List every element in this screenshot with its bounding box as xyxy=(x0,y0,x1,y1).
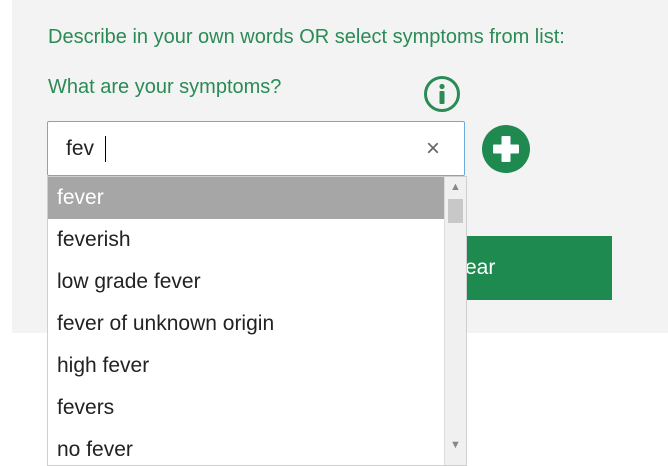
symptom-search-box[interactable]: × xyxy=(47,121,465,176)
instruction-text: Describe in your own words OR select sym… xyxy=(48,26,565,48)
scroll-up-icon[interactable]: ▲ xyxy=(445,177,466,197)
suggestions-dropdown[interactable]: fever feverish low grade fever fever of … xyxy=(47,176,467,466)
scroll-thumb[interactable] xyxy=(448,199,463,223)
suggestion-item[interactable]: fever xyxy=(48,177,444,219)
text-caret xyxy=(105,136,106,162)
close-icon[interactable]: × xyxy=(420,136,446,162)
suggestion-item[interactable]: fevers xyxy=(48,387,444,429)
info-icon[interactable] xyxy=(423,75,461,113)
clear-button[interactable]: ear xyxy=(445,236,612,300)
symptom-search-input[interactable] xyxy=(66,134,406,164)
suggestion-item[interactable]: fever of unknown origin xyxy=(48,303,444,345)
scroll-down-icon[interactable]: ▼ xyxy=(445,435,466,455)
clear-button-label: ear xyxy=(465,256,496,279)
suggestion-item[interactable]: low grade fever xyxy=(48,261,444,303)
suggestion-item[interactable]: no fever xyxy=(48,429,444,465)
suggestion-item[interactable]: feverish xyxy=(48,219,444,261)
symptoms-question-label: What are your symptoms? xyxy=(48,76,282,98)
dropdown-scrollbar[interactable]: ▲ ▼ xyxy=(444,177,466,465)
plus-icon[interactable] xyxy=(481,124,531,174)
suggestion-item[interactable]: high fever xyxy=(48,345,444,387)
